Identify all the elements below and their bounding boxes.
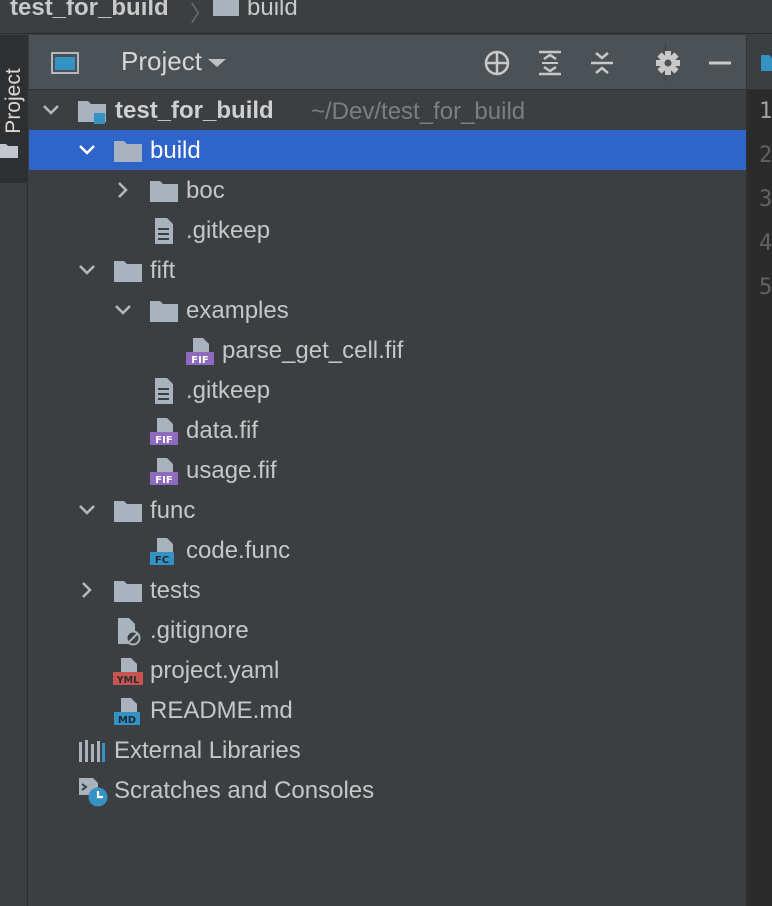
project-panel-header: Project: [29, 35, 746, 90]
line-number: 5: [759, 275, 772, 300]
tree-item-data-fif[interactable]: FIF data.fif: [29, 410, 746, 450]
folder-icon: [113, 136, 143, 166]
chevron-down-icon[interactable]: [111, 298, 135, 322]
scratches-icon: [77, 776, 108, 807]
left-tool-strip: Project: [0, 35, 28, 906]
svg-text:FC: FC: [155, 555, 169, 566]
tree-item-build[interactable]: build: [29, 130, 746, 170]
tree-item-label: usage.fif: [186, 457, 277, 484]
folder-icon: [212, 0, 240, 23]
tree-item-label: .gitkeep: [186, 377, 271, 404]
project-tool-tab-label: Project: [2, 68, 25, 134]
project-tree[interactable]: test_for_build ~/Dev/test_for_build buil…: [29, 90, 746, 906]
tree-item-boc[interactable]: boc: [29, 170, 746, 210]
folder-icon: [149, 296, 179, 326]
file-icon: [761, 55, 772, 76]
folder-icon: [113, 496, 143, 526]
editor-tab-bar[interactable]: [747, 35, 772, 90]
tree-item-gitkeep[interactable]: .gitkeep: [29, 210, 746, 250]
markdown-file-icon: MD: [113, 696, 143, 726]
view-selector-dropdown-icon[interactable]: [203, 49, 231, 77]
collapse-all-icon[interactable]: [588, 49, 616, 77]
chevron-right-icon[interactable]: [111, 178, 135, 202]
tree-item-tests[interactable]: tests: [29, 570, 746, 610]
tree-item-func[interactable]: func: [29, 490, 746, 530]
module-folder-icon: [77, 96, 107, 126]
tree-item-label: boc: [186, 177, 225, 204]
minimize-icon[interactable]: [706, 49, 734, 77]
project-tool-tab[interactable]: Project: [0, 35, 28, 183]
fif-file-icon: FIF: [149, 416, 179, 446]
tree-item-label: examples: [186, 297, 289, 324]
tree-item-label: data.fif: [186, 417, 259, 444]
tree-item-external-libraries[interactable]: External Libraries: [29, 730, 746, 770]
tree-item-parse-get-cell[interactable]: FIF parse_get_cell.fif: [29, 330, 746, 370]
project-view-icon: [51, 49, 79, 77]
project-path: ~/Dev/test_for_build: [311, 98, 526, 125]
libraries-icon: [77, 736, 107, 766]
tree-item-gitignore[interactable]: .gitignore: [29, 610, 746, 650]
chevron-down-icon[interactable]: [75, 498, 99, 522]
text-file-icon: [149, 376, 179, 406]
tree-item-label: README.md: [150, 697, 293, 724]
tree-item-label: fift: [150, 257, 176, 284]
editor-gutter: 1 2 3 4 5: [746, 35, 772, 906]
tree-item-label: parse_get_cell.fif: [222, 337, 404, 364]
line-number: 2: [759, 143, 772, 168]
tree-item-project-yaml[interactable]: YML project.yaml: [29, 650, 746, 690]
chevron-down-icon[interactable]: [39, 98, 63, 122]
folder-icon: [0, 141, 18, 164]
ignore-file-icon: [113, 616, 143, 646]
breadcrumb-project[interactable]: test_for_build: [10, 0, 169, 22]
tree-item-label: tests: [150, 577, 201, 604]
crosshair-icon[interactable]: [483, 49, 511, 77]
svg-text:FIF: FIF: [191, 355, 208, 366]
func-file-icon: FC: [149, 536, 179, 566]
panel-title[interactable]: Project: [121, 46, 202, 77]
svg-text:YML: YML: [116, 675, 139, 686]
tree-item-code-func[interactable]: FC code.func: [29, 530, 746, 570]
text-file-icon: [149, 216, 179, 246]
tree-item-label: External Libraries: [114, 737, 301, 764]
breadcrumb-current[interactable]: build: [247, 0, 298, 22]
tree-item-label: .gitkeep: [186, 217, 271, 244]
tree-item-label: func: [150, 497, 196, 524]
breadcrumb: test_for_build 〉 build: [0, 0, 772, 34]
tree-item-label: build: [150, 137, 201, 164]
tree-item-examples[interactable]: examples: [29, 290, 746, 330]
tree-item-scratches-and-consoles[interactable]: Scratches and Consoles: [29, 770, 746, 810]
svg-text:FIF: FIF: [155, 435, 172, 446]
fif-file-icon: FIF: [149, 456, 179, 486]
expand-all-icon[interactable]: [536, 49, 564, 77]
tree-item-gitkeep[interactable]: .gitkeep: [29, 370, 746, 410]
gear-icon[interactable]: [654, 49, 682, 77]
tree-item-fift[interactable]: fift: [29, 250, 746, 290]
tree-root[interactable]: test_for_build ~/Dev/test_for_build: [29, 90, 746, 130]
tree-item-label: project.yaml: [150, 657, 280, 684]
tree-item-readme[interactable]: MD README.md: [29, 690, 746, 730]
tree-item-label: .gitignore: [150, 617, 249, 644]
svg-text:MD: MD: [118, 715, 136, 726]
tree-item-label: Scratches and Consoles: [114, 777, 375, 804]
tree-item-label: code.func: [186, 537, 291, 564]
line-number: 3: [759, 187, 772, 212]
breadcrumb-separator: 〉: [190, 1, 213, 26]
line-number: 1: [759, 99, 772, 124]
fif-file-icon: FIF: [185, 336, 215, 366]
line-number: 4: [759, 231, 772, 256]
yaml-file-icon: YML: [113, 656, 143, 686]
chevron-down-icon[interactable]: [75, 138, 99, 162]
folder-icon: [113, 256, 143, 286]
tree-item-usage-fif[interactable]: FIF usage.fif: [29, 450, 746, 490]
chevron-down-icon[interactable]: [75, 258, 99, 282]
svg-text:FIF: FIF: [155, 475, 172, 486]
folder-icon: [149, 176, 179, 206]
folder-icon: [113, 576, 143, 606]
project-name: test_for_build: [115, 97, 274, 124]
chevron-right-icon[interactable]: [75, 578, 99, 602]
